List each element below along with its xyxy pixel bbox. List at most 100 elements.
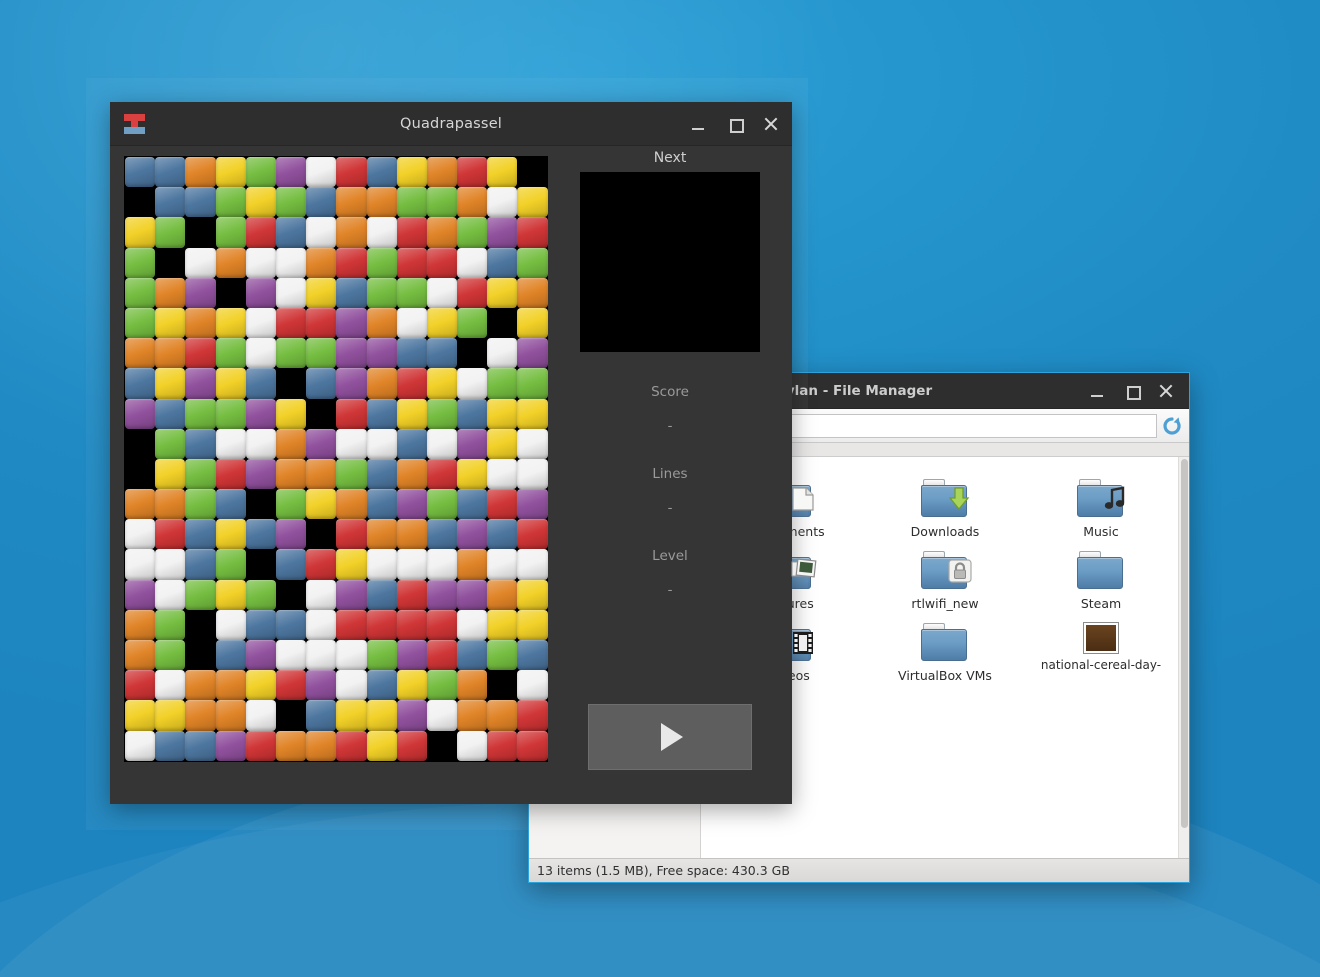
status-text: 13 items (1.5 MB), Free space: 430.3 GB (537, 863, 790, 878)
grid-cell (396, 428, 427, 459)
grid-cell (275, 338, 307, 369)
grid-cell (426, 277, 458, 308)
grid-cell (275, 609, 307, 640)
folder-emblem-icon (791, 558, 817, 584)
grid-cell (245, 398, 276, 429)
folder-downloads-icon (921, 479, 971, 519)
grid-cell (487, 307, 518, 339)
grid-cell (457, 519, 488, 550)
grid-cell (155, 519, 186, 550)
grid-cell (487, 640, 518, 671)
file-name-label: national-cereal-day- (1040, 658, 1162, 672)
play-button[interactable] (588, 704, 752, 770)
folder-emblem-icon (947, 486, 971, 512)
grid-cell (517, 247, 548, 278)
grid-cell (366, 428, 397, 459)
grid-cell (396, 247, 427, 278)
maximize-button[interactable] (1121, 380, 1143, 402)
grid-cell (155, 187, 186, 218)
level-value: - (667, 582, 673, 598)
folder-music-icon (1077, 479, 1125, 519)
grid-cell (245, 368, 276, 399)
file-manager-window-controls[interactable] (1087, 380, 1189, 402)
grid-cell (457, 458, 488, 490)
grid-cell (336, 398, 367, 429)
grid-cell (396, 217, 427, 248)
grid-cell (426, 579, 458, 610)
file-item[interactable]: Steam (1023, 545, 1179, 615)
grid-cell (426, 398, 458, 429)
desktop: ylan - File Manager Downloads Music rtlw… (0, 0, 1320, 977)
grid-cell (245, 579, 276, 610)
grid-cell (155, 307, 186, 339)
status-bar: 13 items (1.5 MB), Free space: 430.3 GB (529, 858, 1189, 882)
close-button[interactable] (1155, 380, 1177, 402)
minimize-button[interactable] (1087, 380, 1109, 402)
grid-cell (275, 489, 307, 520)
grid-cell (155, 609, 186, 640)
image-thumbnail (1083, 622, 1119, 654)
file-item[interactable]: VirtualBox VMs (867, 617, 1023, 687)
maximize-button[interactable] (724, 113, 746, 135)
grid-cell (125, 640, 156, 671)
grid-cell (306, 398, 337, 429)
grid-cell (517, 187, 548, 218)
vertical-scrollbar[interactable] (1178, 457, 1189, 858)
folder-emblem-icon (1103, 486, 1127, 512)
grid-cell (366, 307, 397, 339)
file-item[interactable]: rtlwifi_new (867, 545, 1023, 615)
grid-cell (396, 609, 427, 640)
grid-cell (396, 549, 427, 580)
grid-cell (366, 609, 397, 640)
grid-cell (306, 157, 337, 188)
game-board-area[interactable] (110, 146, 548, 804)
grid-cell (215, 549, 246, 580)
quadrapassel-titlebar[interactable]: Quadrapassel (110, 102, 792, 146)
grid-cell (426, 609, 458, 640)
file-item[interactable]: Downloads (867, 473, 1023, 543)
grid-cell (306, 307, 337, 339)
file-item[interactable]: national-cereal-day- (1023, 617, 1179, 687)
file-item[interactable]: Music (1023, 473, 1179, 543)
grid-cell (517, 338, 548, 369)
quadrapassel-frame: Quadrapassel Next Score - Lines - Level … (110, 102, 792, 804)
grid-cell (366, 640, 397, 671)
quadrapassel-body: Next Score - Lines - Level - (110, 146, 792, 804)
grid-cell (457, 700, 488, 731)
reload-icon[interactable] (1161, 415, 1183, 437)
close-button[interactable] (760, 113, 782, 135)
grid-cell (487, 670, 518, 701)
grid-cell (215, 458, 246, 490)
grid-cell (185, 489, 216, 520)
grid-cell (125, 579, 156, 610)
grid-cell (275, 519, 307, 550)
next-label: Next (653, 150, 687, 166)
grid-cell (517, 368, 548, 399)
grid-cell (215, 489, 246, 520)
grid-cell (336, 640, 367, 671)
grid-cell (426, 458, 458, 490)
grid-cell (215, 187, 246, 218)
grid-cell (245, 247, 276, 278)
grid-cell (336, 217, 367, 248)
scrollbar-thumb[interactable] (1181, 459, 1188, 828)
grid-cell (275, 730, 307, 761)
grid-cell (336, 428, 367, 459)
folder-emblem-icon (791, 486, 815, 512)
grid-cell (245, 549, 276, 580)
grid-cell (125, 428, 156, 459)
folder-emblem-icon (947, 558, 972, 584)
grid-cell (487, 579, 518, 610)
grid-cell (155, 579, 186, 610)
grid-cell (487, 277, 518, 308)
grid-cell (306, 217, 337, 248)
minimize-button[interactable] (688, 113, 710, 135)
file-name-label: VirtualBox VMs (898, 668, 992, 683)
grid-cell (517, 549, 548, 580)
game-grid[interactable] (124, 156, 548, 762)
quadrapassel-window-controls[interactable] (688, 113, 782, 135)
quadrapassel-window[interactable]: Quadrapassel Next Score - Lines - Level … (86, 78, 808, 830)
grid-cell (306, 519, 337, 550)
grid-cell (245, 307, 276, 339)
grid-cell (125, 338, 156, 369)
